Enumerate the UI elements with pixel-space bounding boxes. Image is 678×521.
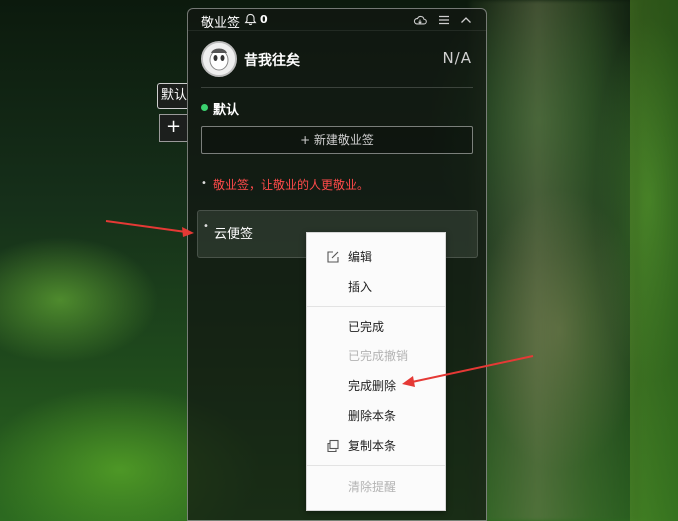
note-bullet: • xyxy=(203,221,209,232)
note-text: 云便签 xyxy=(214,227,254,242)
title-bar[interactable]: 敬业签 0 xyxy=(188,9,486,31)
menu-item-label: 完成删除 xyxy=(348,379,397,393)
annotation-arrow-left xyxy=(105,220,194,237)
menu-separator xyxy=(307,465,445,466)
category-dot xyxy=(201,104,208,111)
avatar-face-icon xyxy=(203,43,235,75)
menu-item-done-delete[interactable]: 完成删除 xyxy=(307,372,445,400)
cloud-sync-icon[interactable] xyxy=(413,13,427,27)
background-tree-trunk xyxy=(470,0,640,521)
menu-item-label: 已完成 xyxy=(348,320,385,334)
notification-count: 0 xyxy=(260,13,268,26)
category-tab-label: 默认 xyxy=(161,88,187,103)
note-bullet: • xyxy=(201,178,207,189)
menu-item-label: 编辑 xyxy=(348,250,373,264)
menu-separator xyxy=(307,306,445,307)
user-status: N/A xyxy=(442,49,472,67)
background-foliage xyxy=(630,0,678,521)
user-row: 昔我往矣 N/A xyxy=(188,39,486,79)
bell-icon[interactable] xyxy=(244,13,257,26)
menu-icon[interactable] xyxy=(437,13,451,27)
menu-item-insert[interactable]: 插入 xyxy=(307,273,445,301)
menu-item-clear-reminder: 清除提醒 xyxy=(307,473,445,501)
menu-item-label: 删除本条 xyxy=(348,409,397,423)
menu-item-label: 复制本条 xyxy=(348,439,397,453)
menu-item-undo-done: 已完成撤销 xyxy=(307,342,445,370)
menu-item-mark-done[interactable]: 已完成 xyxy=(307,313,445,341)
menu-item-label: 清除提醒 xyxy=(348,480,397,494)
app-title: 敬业签 xyxy=(201,16,241,31)
menu-item-delete[interactable]: 删除本条 xyxy=(307,402,445,430)
menu-item-copy[interactable]: 复制本条 xyxy=(307,432,445,460)
category-tab-default[interactable]: 默认 xyxy=(157,83,187,109)
context-menu: 编辑 插入 已完成 已完成撤销 完成删除 删除本条 复制本条 清除提醒 xyxy=(306,232,446,511)
edit-icon xyxy=(327,251,339,263)
menu-item-edit[interactable]: 编辑 xyxy=(307,243,445,271)
divider xyxy=(201,87,473,88)
menu-item-label: 已完成撤销 xyxy=(348,349,409,363)
new-note-button[interactable]: + 新建敬业签 xyxy=(201,126,473,154)
username: 昔我往矣 xyxy=(244,53,300,69)
chevron-up-icon[interactable] xyxy=(459,13,473,27)
category-name: 默认 xyxy=(213,103,240,118)
avatar[interactable] xyxy=(201,41,237,77)
add-category-button[interactable]: + xyxy=(159,114,187,142)
copy-icon xyxy=(327,439,339,453)
note-text: 敬业签，让敬业的人更敬业。 xyxy=(213,178,370,192)
menu-item-label: 插入 xyxy=(348,280,373,294)
